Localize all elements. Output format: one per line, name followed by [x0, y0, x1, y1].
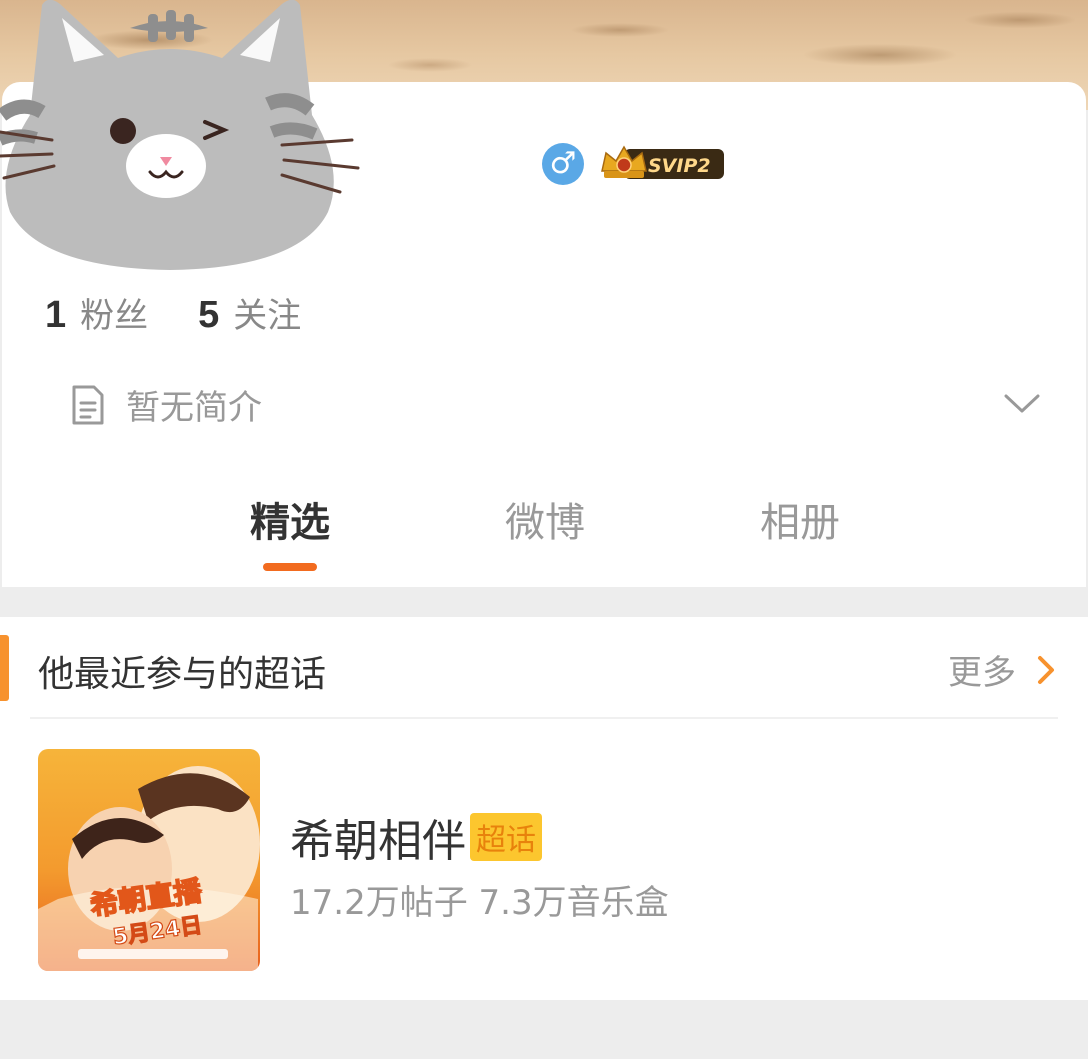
topic-name[interactable]: 希朝相伴	[290, 805, 466, 869]
document-icon	[72, 385, 104, 424]
active-tab-indicator	[263, 563, 317, 571]
section-title: 他最近参与的超话	[38, 654, 327, 695]
follow-stats: 1 粉丝 5 关注	[45, 288, 301, 337]
gender-male-badge: ♂	[542, 143, 584, 185]
following-label[interactable]: 关注	[233, 288, 301, 337]
super-topics-section: 他最近参与的超话 更多 希朝直播 5月24日 希朝相伴 超话 17.2万帖子 7…	[0, 617, 1088, 1000]
super-topic-tag: 超话	[470, 813, 542, 861]
chevron-down-icon[interactable]	[1003, 392, 1041, 416]
male-symbol: ♂	[549, 146, 577, 181]
topic-stats: 17.2万帖子 7.3万音乐盒	[290, 883, 669, 923]
svip-label: SVIP2	[648, 155, 711, 177]
followers-label[interactable]: 粉丝	[80, 288, 148, 337]
avatar[interactable]	[0, 0, 370, 280]
followers-count[interactable]: 1	[45, 294, 66, 337]
more-label[interactable]: 更多	[948, 645, 1016, 694]
bio-row[interactable]: 暂无简介	[68, 380, 262, 429]
topic-name-row[interactable]: 希朝相伴 超话	[290, 805, 542, 869]
svip-badge[interactable]: SVIP2	[598, 143, 728, 185]
section-accent-bar	[0, 635, 9, 701]
tab-weibo[interactable]: 微博	[505, 490, 585, 548]
topic-cover-image[interactable]: 希朝直播 5月24日	[38, 749, 260, 971]
bio-text: 暂无简介	[126, 388, 262, 428]
chevron-right-icon[interactable]	[1030, 652, 1060, 688]
more-link[interactable]: 更多	[948, 645, 1060, 694]
following-count[interactable]: 5	[198, 294, 219, 337]
badge-row: ♂ SVIP2	[542, 142, 728, 186]
tab-album[interactable]: 相册	[760, 490, 840, 548]
section-divider	[30, 717, 1058, 719]
tab-featured[interactable]: 精选	[250, 490, 330, 548]
